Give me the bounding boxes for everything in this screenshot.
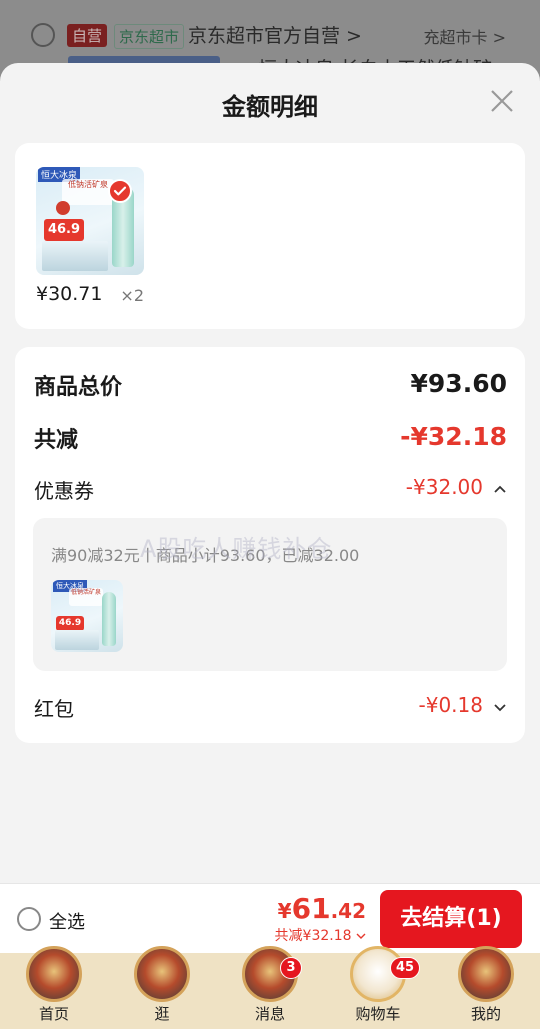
total-price-value: ¥93.60 [410,369,507,398]
select-all-label[interactable]: 全选 [49,908,85,934]
red-packet-label: 红包 [34,697,74,721]
saved-amount: 共减¥32.18 [274,928,352,944]
payable-amount: ¥61.42 [278,892,366,925]
total-price-label: 商品总价 [34,375,123,400]
product-item[interactable]: 恒大冰泉 低钠活矿泉 46.9 ¥30.71 ×2 [36,167,144,305]
tab-profile[interactable]: 我的 [432,946,540,1029]
chevron-down-icon[interactable] [493,701,507,715]
checkout-bar: 全选 ¥61.42 共减¥32.18 去结算(1) [0,883,540,953]
home-icon [26,946,82,1002]
jd-supermarket-tag: 京东超市 [114,24,185,49]
tab-label: 消息 [254,1005,285,1023]
tab-label: 购物车 [355,1005,401,1023]
product-seal-icon [56,201,70,215]
browse-icon [134,946,190,1002]
tab-browse[interactable]: 逛 [108,946,216,1029]
supermarket-card-link: 充超市卡 > [423,28,507,47]
chevron-down-icon [356,933,366,939]
currency-symbol: ¥ [277,899,292,923]
coupon-product-banner: 低钠活矿泉 [69,588,103,606]
product-price: ¥30.71 [36,283,103,305]
tab-cart[interactable]: 45 购物车 [324,946,432,1029]
selected-items-card: 恒大冰泉 低钠活矿泉 46.9 ¥30.71 ×2 [15,143,525,329]
coupon-product-box [55,630,99,650]
product-promo-price: 46.9 [44,219,84,241]
cart-badge: 45 [390,957,421,979]
close-icon[interactable] [488,87,516,115]
product-box [42,241,108,271]
saved-amount-toggle[interactable]: 共减¥32.18 [275,925,366,945]
coupon-product-image: 恒大冰泉 低钠活矿泉 46.9 [51,580,123,652]
product-banner: 低钠活矿泉 [62,179,114,205]
messages-badge: 3 [280,957,302,979]
coupon-product-thumbnail: 恒大冰泉 低钠活矿泉 46.9 [51,580,123,652]
amount-decimal: .42 [330,899,366,923]
store-name: 京东超市官方自营 > [188,25,362,47]
check-icon [108,179,132,203]
chevron-up-icon[interactable] [493,482,507,496]
profile-icon [458,946,514,1002]
amount-integer: 61 [291,892,331,925]
coupon-product-promo-price: 46.9 [56,616,84,631]
product-image: 恒大冰泉 低钠活矿泉 46.9 [36,167,144,275]
product-quantity: ×2 [120,286,144,305]
self-operated-tag: 自营 [67,24,108,47]
bottom-tab-bar: 首页 逛 3 消息 45 购物车 我的 [0,946,540,1029]
coupon-bottle-icon [102,592,116,646]
total-discount-label: 共减 [34,428,79,453]
store-select-radio [31,23,55,47]
total-discount-value: -¥32.18 [400,422,507,451]
tab-label: 首页 [38,1005,69,1023]
coupon-label: 优惠券 [34,479,94,503]
watermark: A股吃人赚钱补仓 [140,535,333,563]
tab-home[interactable]: 首页 [0,946,108,1029]
sheet-title: 金额明细 [222,93,318,121]
amount-detail-sheet: 金额明细 恒大冰泉 低钠活矿泉 46.9 ¥30.71 ×2 商品总价 ¥93. [0,63,540,883]
tab-label: 我的 [470,1005,501,1023]
tab-label: 逛 [154,1005,170,1023]
red-packet-value: -¥0.18 [418,693,483,717]
tab-messages[interactable]: 3 消息 [216,946,324,1029]
coupon-value: -¥32.00 [405,475,483,499]
select-all-checkbox[interactable] [17,907,41,931]
checkout-button[interactable]: 去结算(1) [380,890,522,948]
